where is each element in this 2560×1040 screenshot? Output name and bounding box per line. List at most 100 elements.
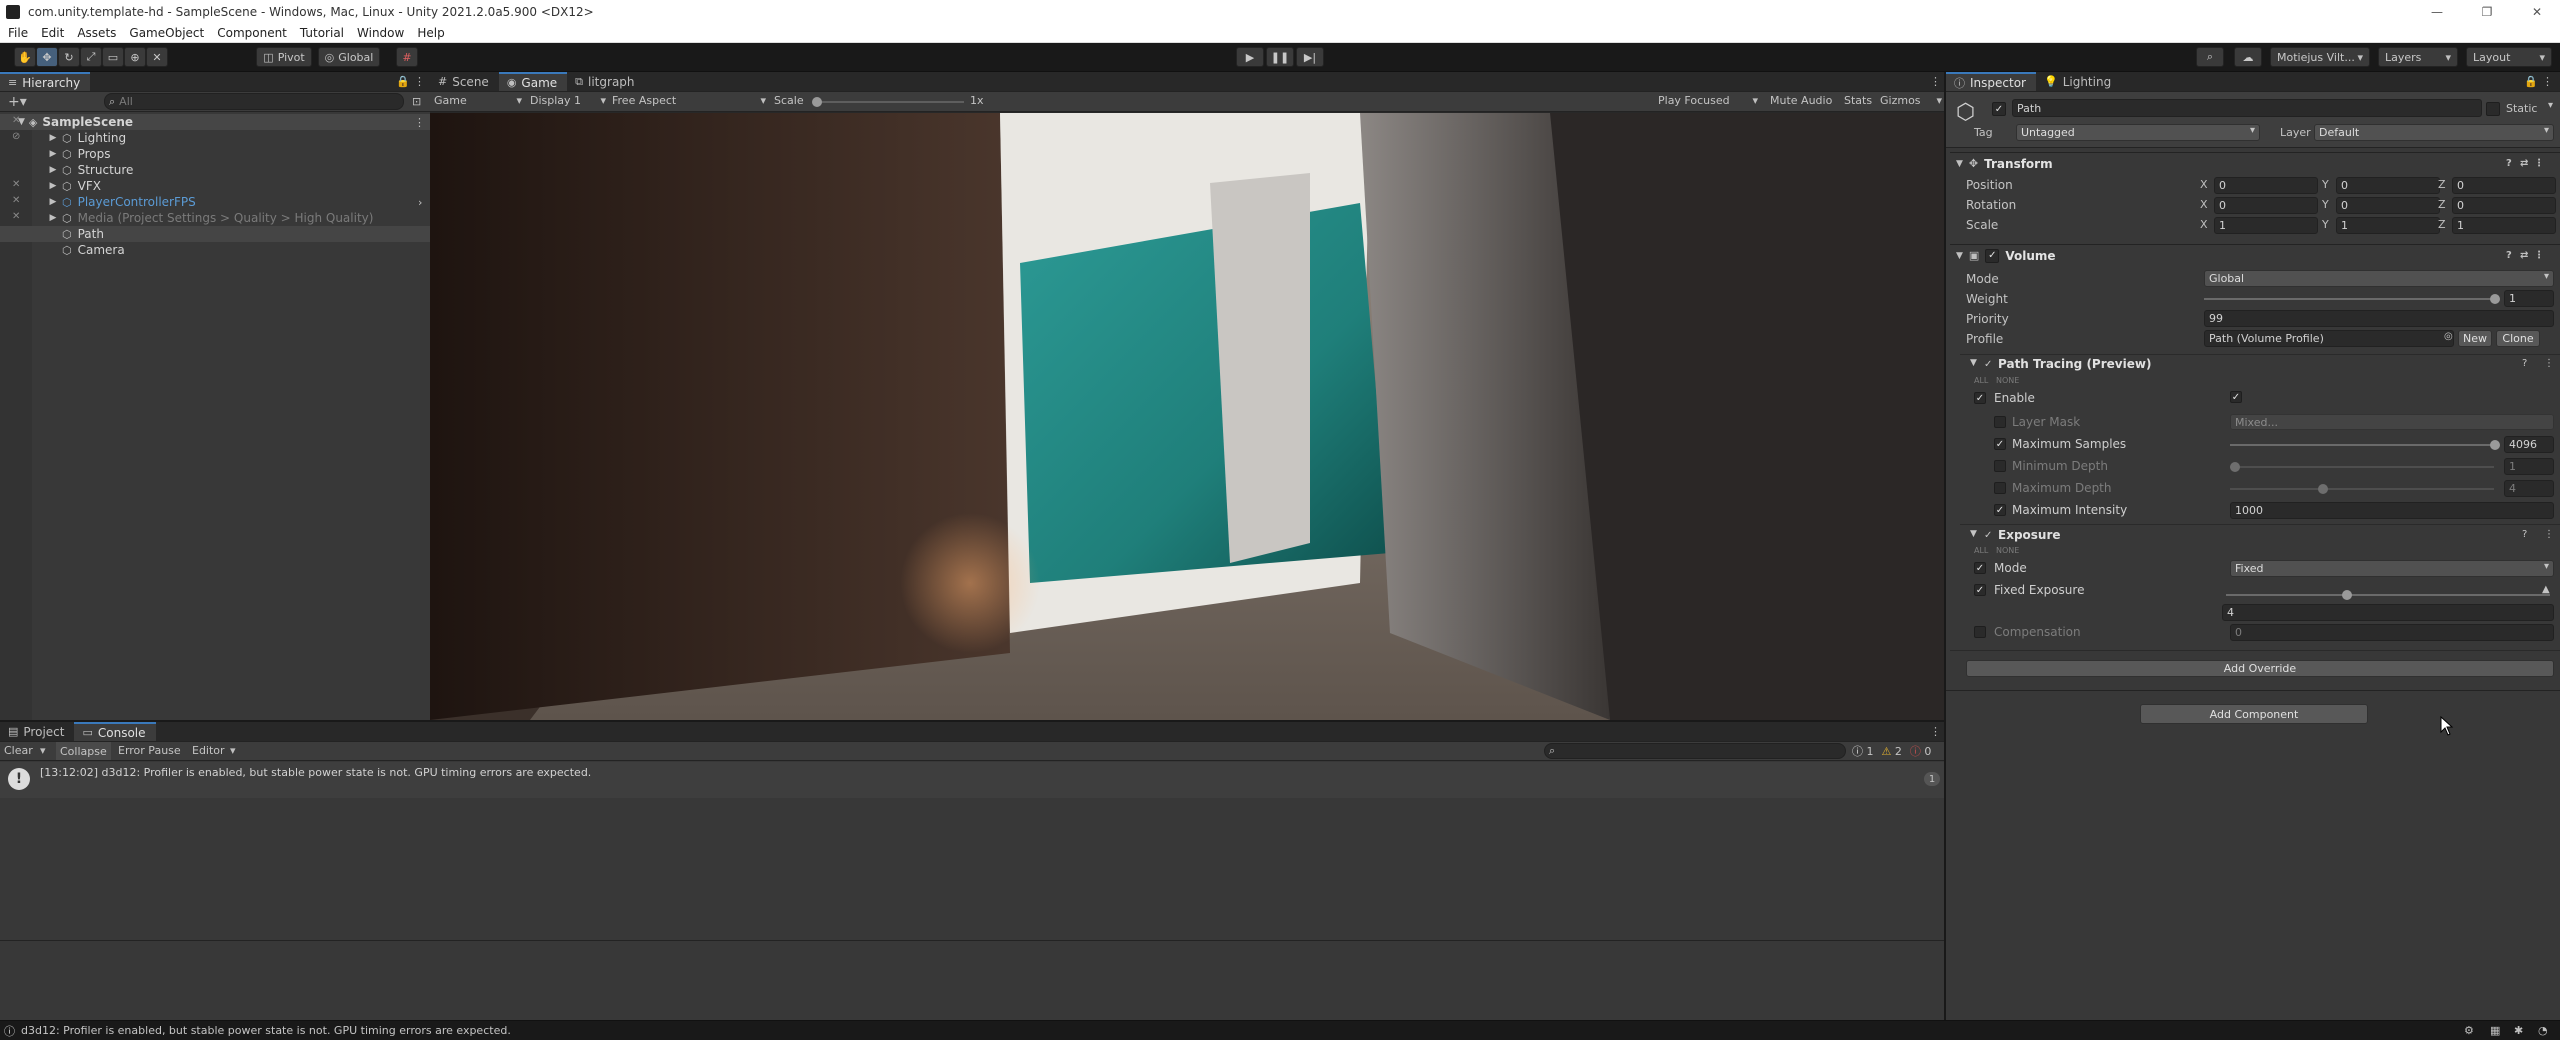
foldout-arrow-icon[interactable]: ▼: [1956, 251, 1963, 261]
scene-visibility-icon[interactable]: ⊘: [12, 131, 20, 142]
prefab-open-icon[interactable]: ›: [418, 196, 422, 209]
cache-icon[interactable]: ▦: [2490, 1024, 2500, 1037]
foldout-arrow-icon[interactable]: ▼: [1970, 358, 1977, 368]
expand-arrow-icon[interactable]: ▶: [48, 181, 58, 191]
info-count-toggle[interactable]: ⓘ 1: [1852, 743, 1874, 759]
account-dropdown[interactable]: Motiejus Vilt... ▾: [2270, 47, 2370, 67]
game-render-view[interactable]: [430, 113, 1944, 720]
hierarchy-row-scene[interactable]: ▼ ◈ SampleScene ⋮: [0, 114, 430, 130]
foldout-arrow-icon[interactable]: ▼: [1970, 529, 1977, 539]
layers-dropdown[interactable]: Layers ▾: [2378, 47, 2458, 67]
max-intensity-field[interactable]: 1000: [2230, 502, 2554, 519]
expand-arrow-icon[interactable]: ▶: [48, 197, 58, 207]
pivot-button[interactable]: ◫ Pivot: [256, 47, 312, 67]
hierarchy-row[interactable]: ▶ ⬡ Media (Project Settings > Quality > Hi…: [0, 210, 430, 226]
hierarchy-search-input[interactable]: ⌕ All: [104, 93, 404, 110]
expand-arrow-icon[interactable]: ▶: [48, 213, 58, 223]
static-checkbox[interactable]: [2486, 102, 2500, 116]
override-checkbox[interactable]: [1994, 482, 2006, 494]
error-count-toggle[interactable]: ⓘ 0: [1910, 743, 1932, 759]
transform-x-field[interactable]: 0: [2214, 177, 2318, 194]
min-depth-slider[interactable]: [2230, 466, 2494, 468]
editor-dropdown[interactable]: Editor: [192, 744, 225, 757]
chevron-down-icon[interactable]: ▾: [2250, 125, 2255, 136]
status-bar-text[interactable]: d3d12: Profiler is enabled, but stable p…: [21, 1024, 511, 1037]
tab-console[interactable]: ▭ Console: [74, 722, 156, 741]
cloud-icon[interactable]: ☁: [2234, 47, 2262, 67]
weight-slider-knob[interactable]: [2490, 294, 2500, 304]
collapse-toggle[interactable]: Collapse: [56, 742, 111, 760]
object-name-field[interactable]: Path: [2012, 99, 2482, 117]
tag-dropdown[interactable]: Untagged: [2016, 124, 2260, 141]
menu-help[interactable]: Help: [409, 26, 449, 40]
more-icon[interactable]: ⋮: [2542, 75, 2553, 88]
profile-field[interactable]: Path (Volume Profile): [2204, 330, 2454, 347]
max-depth-field[interactable]: 4: [2504, 480, 2554, 497]
weight-field[interactable]: 1: [2504, 290, 2554, 307]
scene-visibility-icon[interactable]: ✕: [12, 179, 20, 190]
stats-toggle[interactable]: Stats: [1844, 94, 1872, 107]
max-depth-slider[interactable]: [2230, 488, 2494, 490]
all-toggle[interactable]: ALL: [1974, 376, 1988, 385]
min-depth-field[interactable]: 1: [2504, 458, 2554, 475]
scale-slider-knob[interactable]: [812, 97, 822, 107]
override-checkbox[interactable]: [1994, 460, 2006, 472]
hierarchy-row[interactable]: ▶ ⬡ Lighting: [0, 130, 430, 146]
more-icon[interactable]: ⋮: [2534, 250, 2544, 261]
rotate-tool-icon[interactable]: ↻: [58, 47, 80, 67]
chevron-down-icon[interactable]: ▾: [2548, 100, 2553, 111]
component-header[interactable]: ▼ ▣ ✓ Volume? ⇄ ⋮: [1950, 244, 2560, 266]
add-component-button[interactable]: Add Component: [2140, 704, 2368, 724]
weight-slider[interactable]: [2204, 298, 2494, 300]
override-checkbox[interactable]: ✓: [1974, 392, 1986, 404]
console-search-input[interactable]: ⌕: [1544, 743, 1846, 759]
grid-snap-icon[interactable]: #: [396, 47, 418, 67]
preset-icon[interactable]: ⇄: [2520, 158, 2528, 169]
scale-slider[interactable]: [814, 101, 964, 103]
add-icon[interactable]: +▾: [8, 94, 27, 110]
max-samples-slider[interactable]: [2230, 444, 2494, 446]
transform-x-field[interactable]: 1: [2214, 217, 2318, 234]
minimize-button[interactable]: —: [2414, 0, 2460, 23]
layer-dropdown[interactable]: Default: [2314, 124, 2554, 141]
bug-icon[interactable]: ✱: [2514, 1024, 2523, 1037]
more-icon[interactable]: ⋮: [414, 75, 425, 88]
scene-visibility-icon[interactable]: ✕: [12, 115, 20, 126]
menu-file[interactable]: File: [0, 26, 33, 40]
max-samples-field[interactable]: 4096: [2504, 436, 2554, 453]
chevron-down-icon[interactable]: ▾: [40, 744, 46, 757]
transform-y-field[interactable]: 0: [2336, 197, 2440, 214]
min-depth-slider-knob[interactable]: [2230, 462, 2240, 472]
scene-visibility-icon[interactable]: ⊡: [412, 95, 421, 108]
hierarchy-row[interactable]: ⬡ Camera: [0, 242, 430, 258]
tab-inspector[interactable]: ⓘ Inspector: [1946, 72, 2036, 91]
more-icon[interactable]: ⋮: [2544, 358, 2554, 369]
exposure-mode-dropdown[interactable]: Fixed: [2230, 560, 2554, 577]
error-pause-toggle[interactable]: Error Pause: [118, 744, 181, 757]
transform-z-field[interactable]: 0: [2452, 197, 2556, 214]
override-checkbox[interactable]: ✓: [1994, 504, 2006, 516]
clone-profile-button[interactable]: Clone: [2496, 330, 2540, 347]
clear-button[interactable]: Clear: [4, 744, 33, 757]
mute-audio-toggle[interactable]: Mute Audio: [1770, 94, 1832, 107]
more-icon[interactable]: ⋮: [2544, 529, 2554, 540]
search-icon[interactable]: ⌕: [2196, 47, 2224, 67]
max-depth-slider-knob[interactable]: [2318, 484, 2328, 494]
warning-count-toggle[interactable]: ⚠ 2: [1882, 745, 1902, 758]
transform-y-field[interactable]: 1: [2336, 217, 2440, 234]
more-icon[interactable]: ⋮: [414, 116, 425, 129]
component-enabled-checkbox[interactable]: ✓: [1985, 248, 2000, 263]
hierarchy-row[interactable]: ▶ ⬡ PlayerControllerFPS ›: [0, 194, 430, 210]
help-icon[interactable]: ?: [2522, 358, 2527, 369]
override-checkbox[interactable]: ✓: [1994, 438, 2006, 450]
chevron-down-icon[interactable]: ▾: [2544, 561, 2549, 572]
max-samples-slider-knob[interactable]: [2490, 440, 2500, 450]
scene-visibility-icon[interactable]: ✕: [12, 211, 20, 222]
tab-lighting[interactable]: 💡 Lighting: [2036, 72, 2121, 91]
hierarchy-row[interactable]: ⬡ Path: [0, 226, 430, 242]
compensation-field[interactable]: 0: [2230, 624, 2554, 641]
hierarchy-row[interactable]: ▶ ⬡ Structure: [0, 162, 430, 178]
auto-generate-lighting-icon[interactable]: ◔: [2538, 1024, 2548, 1037]
object-picker-icon[interactable]: ◎: [2444, 331, 2453, 342]
menu-edit[interactable]: Edit: [33, 26, 69, 40]
